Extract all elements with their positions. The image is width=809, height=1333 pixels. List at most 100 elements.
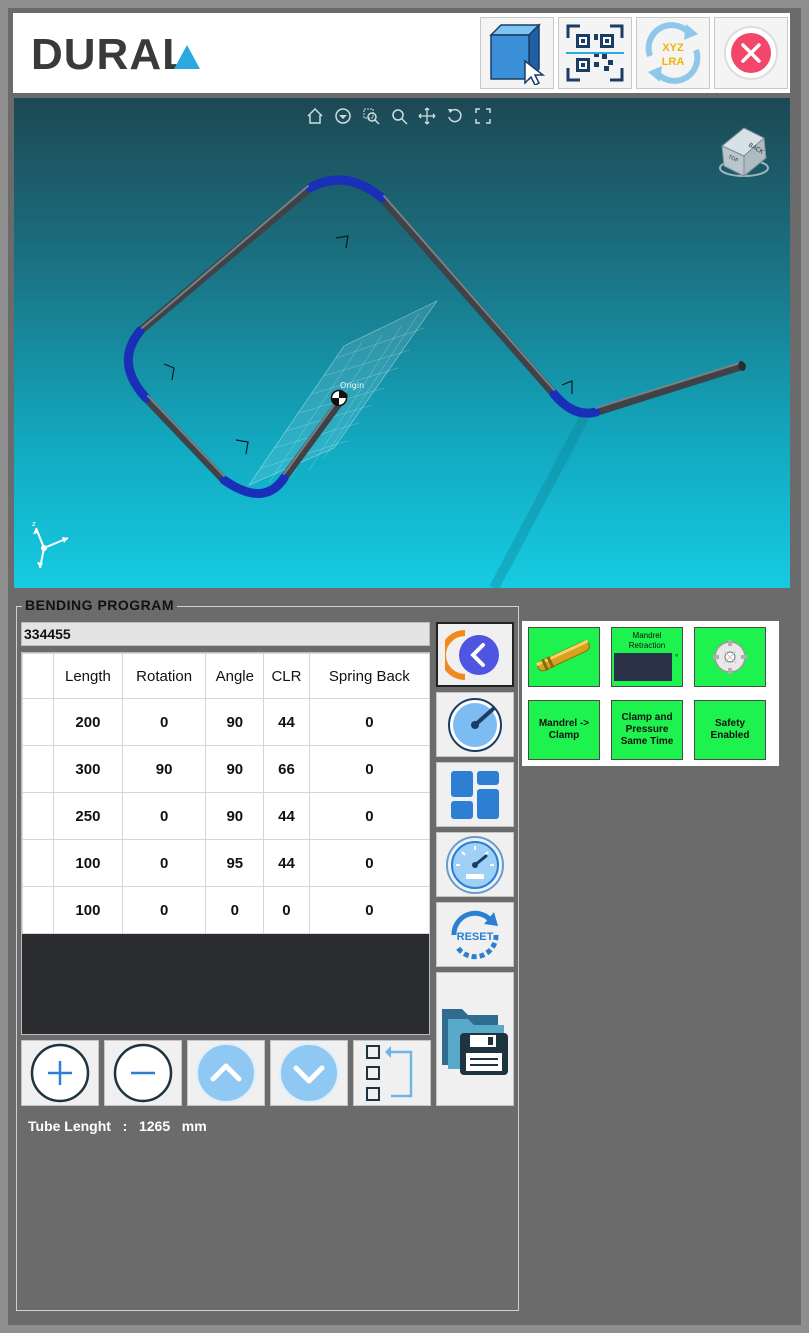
clamp-status-tile[interactable] — [694, 627, 766, 687]
dashboard-button[interactable] — [436, 762, 514, 827]
col-header-rotation: Rotation — [121, 653, 207, 699]
close-button[interactable] — [714, 17, 788, 89]
save-program-button[interactable] — [436, 972, 514, 1106]
table-row[interactable]: 200 0 90 44 0 — [22, 698, 431, 746]
svg-text:XYZ: XYZ — [662, 42, 684, 54]
cell-length[interactable]: 100 — [53, 839, 123, 887]
cell-length[interactable]: 100 — [53, 886, 123, 934]
origin-label: Origin — [340, 381, 364, 390]
cell-spring-back[interactable]: 0 — [308, 839, 431, 887]
cell-spring-back[interactable]: 0 — [308, 698, 431, 746]
row-header-corner — [22, 653, 54, 699]
dashboard-layout-icon — [451, 770, 499, 819]
header-bar: DURAL XYZ LRA — [13, 13, 790, 93]
reset-button[interactable]: RESET — [436, 902, 514, 967]
table-header-row: Length Rotation Angle CLR Spring Back — [22, 653, 431, 699]
col-header-length: Length — [53, 653, 123, 699]
mandrel-status-tile[interactable] — [528, 627, 600, 687]
cell-spring-back[interactable]: 0 — [308, 745, 431, 793]
3d-view-button[interactable] — [480, 17, 554, 89]
close-icon — [724, 26, 778, 80]
cell-clr[interactable]: 66 — [263, 745, 310, 793]
col-header-clr: CLR — [263, 653, 310, 699]
bending-program-title: BENDING PROGRAM — [22, 597, 178, 613]
machine-status-panel: Mandrel Retraction ° Mandrel -> Clamp Cl… — [522, 621, 779, 766]
cell-rotation[interactable]: 90 — [121, 745, 207, 793]
cell-rotation[interactable]: 0 — [121, 792, 207, 840]
xyz-lra-button[interactable]: XYZ LRA — [636, 17, 710, 89]
cell-spring-back[interactable]: 0 — [308, 886, 431, 934]
row-selector[interactable] — [22, 886, 54, 934]
table-row[interactable]: 250 0 90 44 0 — [22, 792, 431, 840]
gauge-icon — [448, 697, 502, 752]
qr-scan-button[interactable] — [558, 17, 632, 89]
table-row[interactable]: 300 90 90 66 0 — [22, 745, 431, 793]
back-button[interactable] — [436, 622, 514, 687]
tube-length-label: Tube Lenght — [28, 1118, 111, 1134]
tube-length-readout: Tube Lenght : 1265 mm — [28, 1118, 207, 1134]
gauge-button[interactable] — [436, 692, 514, 757]
row-selector[interactable] — [22, 792, 54, 840]
svg-text:LRA: LRA — [662, 56, 685, 68]
axis-triad: z — [32, 520, 69, 569]
logo-text: DURAL — [31, 31, 190, 75]
table-row[interactable]: 100 0 0 0 0 — [22, 886, 431, 934]
cell-rotation[interactable]: 0 — [121, 886, 207, 934]
mandrel-retraction-value[interactable] — [614, 653, 672, 681]
3d-viewport[interactable]: BACK TOP Origin z — [14, 98, 790, 588]
col-header-spring-back: Spring Back — [308, 653, 431, 699]
mandrel-retraction-label: Mandrel Retraction — [628, 631, 666, 650]
list-reorder-icon — [366, 1045, 413, 1101]
speed-button[interactable] — [436, 832, 514, 897]
row-selector[interactable] — [22, 839, 54, 887]
svg-text:RESET: RESET — [457, 931, 494, 943]
plus-icon — [30, 1043, 90, 1103]
reorder-list-button[interactable] — [353, 1040, 431, 1106]
cell-length[interactable]: 300 — [53, 745, 123, 793]
cell-angle[interactable]: 90 — [205, 698, 265, 746]
row-selector[interactable] — [22, 745, 54, 793]
cell-angle[interactable]: 90 — [205, 792, 265, 840]
tube-length-unit: mm — [181, 1118, 207, 1134]
cell-clr[interactable]: 0 — [263, 886, 310, 934]
cell-length[interactable]: 250 — [53, 792, 123, 840]
cell-clr[interactable]: 44 — [263, 698, 310, 746]
add-row-button[interactable] — [21, 1040, 99, 1106]
tube-shadow — [489, 415, 589, 588]
clamp-pressure-tile[interactable]: Clamp and Pressure Same Time — [611, 700, 683, 760]
move-down-button[interactable] — [270, 1040, 348, 1106]
xyz-lra-convert-icon: XYZ LRA — [645, 22, 701, 84]
speedometer-icon — [446, 835, 504, 894]
safety-tile[interactable]: Safety Enabled — [694, 700, 766, 760]
tube-model: Origin — [123, 175, 746, 588]
folder-save-icon — [442, 1009, 508, 1075]
back-arrow-icon — [445, 629, 499, 680]
tube-length-separator: : — [122, 1118, 128, 1134]
cell-rotation[interactable]: 0 — [121, 698, 207, 746]
row-selector[interactable] — [22, 698, 54, 746]
cell-rotation[interactable]: 0 — [121, 839, 207, 887]
col-header-angle: Angle — [205, 653, 265, 699]
svg-text:z: z — [32, 520, 36, 528]
remove-row-button[interactable] — [104, 1040, 182, 1106]
table-row[interactable]: 100 0 95 44 0 — [22, 839, 431, 887]
cell-angle[interactable]: 90 — [205, 745, 265, 793]
cell-length[interactable]: 200 — [53, 698, 123, 746]
cell-angle[interactable]: 95 — [205, 839, 265, 887]
cell-spring-back[interactable]: 0 — [308, 792, 431, 840]
mandrel-retraction-tile[interactable]: Mandrel Retraction ° — [611, 627, 683, 687]
tube-bend-3 — [305, 175, 387, 203]
tube-segment-2 — [142, 394, 228, 484]
program-name-field[interactable]: 334455 — [21, 622, 430, 646]
move-up-button[interactable] — [187, 1040, 265, 1106]
cell-clr[interactable]: 44 — [263, 792, 310, 840]
minus-icon — [113, 1043, 173, 1103]
tube-segment-4 — [378, 194, 558, 398]
cell-clr[interactable]: 44 — [263, 839, 310, 887]
tube-length-value: 1265 — [138, 1118, 171, 1134]
reset-icon: RESET — [451, 910, 499, 959]
mandrel-clamp-tile[interactable]: Mandrel -> Clamp — [528, 700, 600, 760]
qr-code-icon — [566, 24, 624, 82]
tube-segment-5 — [592, 362, 746, 416]
cell-angle[interactable]: 0 — [205, 886, 265, 934]
